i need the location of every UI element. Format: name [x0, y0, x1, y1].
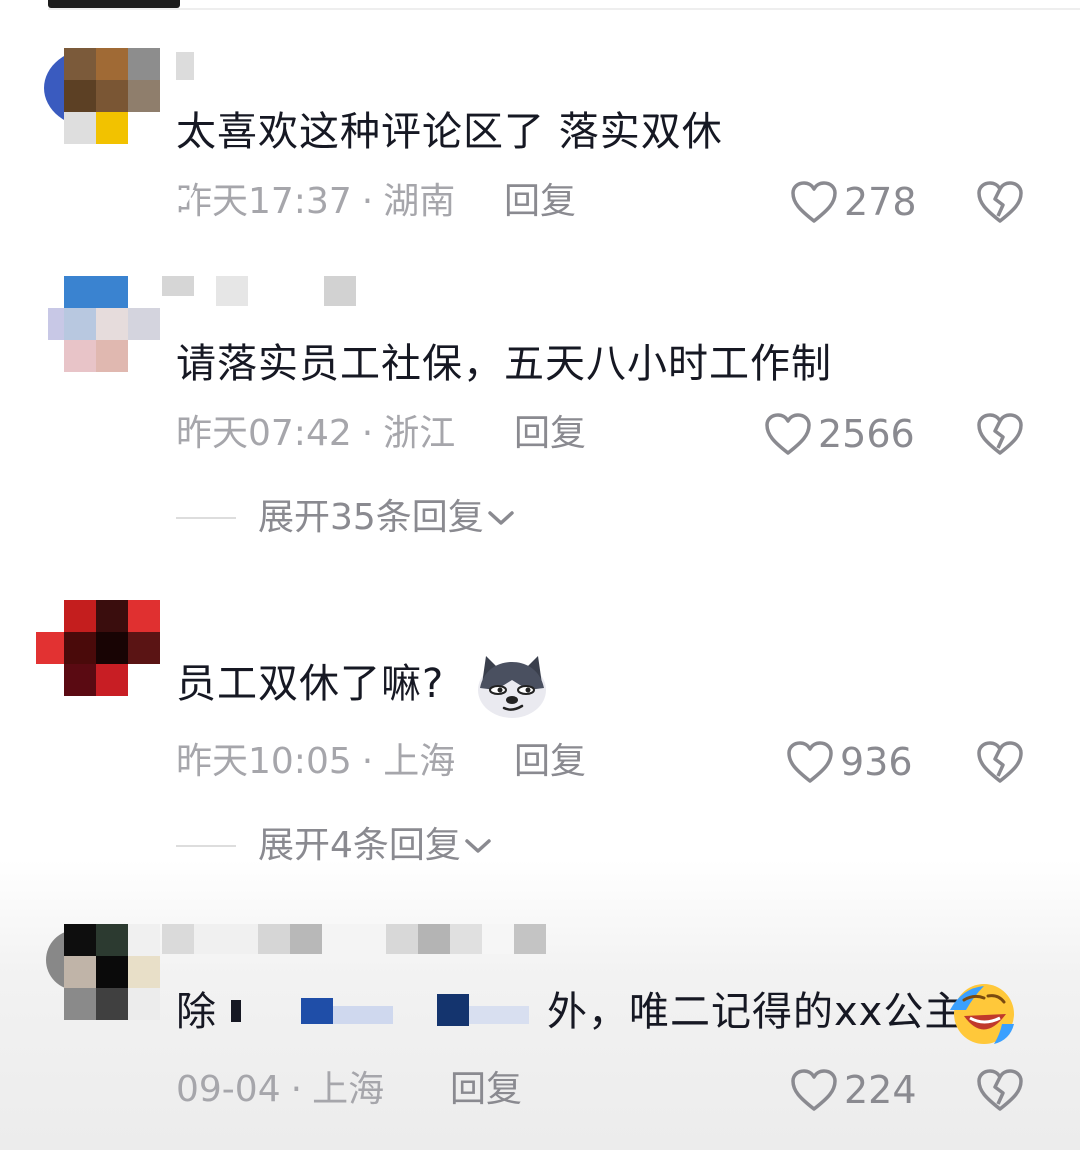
broken-heart-icon[interactable]	[976, 1068, 1024, 1112]
reply-button[interactable]: 回复	[450, 1068, 522, 1112]
comment-location: 上海	[312, 1069, 385, 1110]
like-button[interactable]: 224	[790, 1068, 917, 1112]
comment-meta: 09-04 · 上海	[176, 1069, 385, 1110]
text-redaction	[217, 994, 547, 1034]
comment-text: 除 外，唯二记得的xx公主	[176, 988, 965, 1036]
comment-text-end: 外，唯二记得的xx公主	[547, 989, 966, 1035]
comment-item: 除 外，唯二记得的xx公主 09-04 · 上海 回复 224	[0, 0, 1080, 1150]
comment-text-start: 除	[176, 989, 217, 1035]
comment-date: 09-04	[176, 1069, 281, 1110]
like-count: 224	[844, 1068, 917, 1112]
heart-outline-icon	[791, 1069, 837, 1111]
username-redacted[interactable]	[162, 924, 546, 954]
avatar[interactable]	[64, 924, 160, 1020]
laughing-crying-emoji	[950, 984, 1014, 1044]
